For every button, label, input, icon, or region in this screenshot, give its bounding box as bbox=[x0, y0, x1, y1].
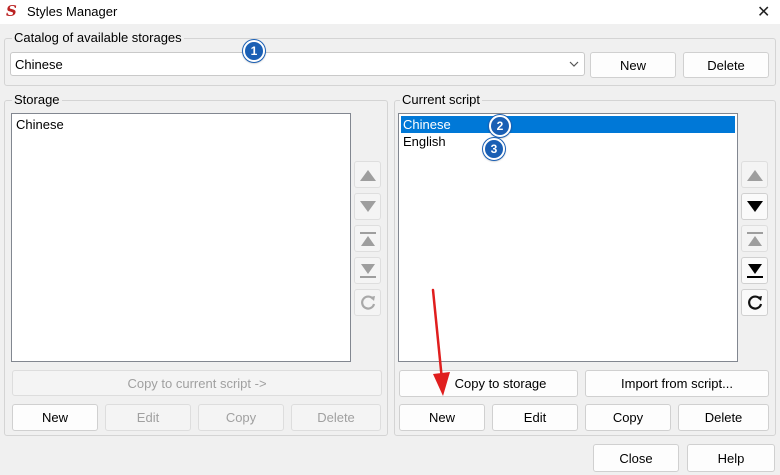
storage-list[interactable]: Chinese bbox=[11, 113, 351, 362]
storage-move-down-button[interactable] bbox=[354, 193, 381, 220]
move-to-top-icon bbox=[746, 231, 763, 246]
refresh-icon bbox=[747, 294, 762, 310]
current-script-group-label: Current script bbox=[400, 92, 483, 107]
storage-move-up-button[interactable] bbox=[354, 161, 381, 188]
triangle-up-icon bbox=[746, 169, 763, 181]
catalog-selected-value: Chinese bbox=[15, 57, 63, 72]
script-new-button[interactable]: New bbox=[399, 404, 485, 431]
move-to-bottom-icon bbox=[746, 263, 763, 278]
script-edit-button[interactable]: Edit bbox=[492, 404, 578, 431]
annotation-badge-2: 2 bbox=[489, 115, 511, 137]
window-title: Styles Manager bbox=[27, 4, 118, 19]
close-window-icon[interactable]: ✕ bbox=[757, 2, 770, 22]
current-script-item-english[interactable]: English bbox=[401, 133, 446, 150]
annotation-arrow-icon bbox=[431, 288, 450, 396]
current-script-item-chinese[interactable]: Chinese bbox=[401, 116, 735, 133]
import-from-script-button[interactable]: Import from script... bbox=[585, 370, 769, 397]
script-move-up-button[interactable] bbox=[741, 161, 768, 188]
catalog-new-button[interactable]: New bbox=[590, 52, 676, 78]
styles-manager-app-icon: S bbox=[6, 2, 17, 20]
script-move-down-button[interactable] bbox=[741, 193, 768, 220]
storage-refresh-button[interactable] bbox=[354, 289, 381, 316]
storage-move-bottom-button[interactable] bbox=[354, 257, 381, 284]
storage-move-top-button[interactable] bbox=[354, 225, 381, 252]
triangle-down-icon bbox=[746, 200, 763, 212]
close-button[interactable]: Close bbox=[593, 444, 679, 472]
catalog-delete-button[interactable]: Delete bbox=[683, 52, 769, 78]
catalog-group-label: Catalog of available storages bbox=[12, 30, 184, 45]
storage-delete-button[interactable]: Delete bbox=[291, 404, 381, 431]
catalog-select[interactable]: Chinese bbox=[10, 52, 585, 76]
triangle-up-icon bbox=[359, 169, 376, 181]
annotation-badge-1: 1 bbox=[243, 40, 265, 62]
help-button[interactable]: Help bbox=[687, 444, 775, 472]
move-to-bottom-icon bbox=[359, 263, 376, 278]
storage-group-label: Storage bbox=[12, 92, 62, 107]
annotation-badge-3: 3 bbox=[483, 138, 505, 160]
storage-edit-button[interactable]: Edit bbox=[105, 404, 191, 431]
script-refresh-button[interactable] bbox=[741, 289, 768, 316]
triangle-down-icon bbox=[359, 200, 376, 212]
move-to-top-icon bbox=[359, 231, 376, 246]
script-copy-button[interactable]: Copy bbox=[585, 404, 671, 431]
chevron-down-icon bbox=[569, 61, 579, 67]
storage-list-item[interactable]: Chinese bbox=[14, 116, 64, 133]
refresh-icon bbox=[360, 294, 375, 310]
storage-new-button[interactable]: New bbox=[12, 404, 98, 431]
script-move-bottom-button[interactable] bbox=[741, 257, 768, 284]
script-delete-button[interactable]: Delete bbox=[678, 404, 769, 431]
script-move-top-button[interactable] bbox=[741, 225, 768, 252]
storage-copy-button[interactable]: Copy bbox=[198, 404, 284, 431]
copy-to-current-script-button[interactable]: Copy to current script -> bbox=[12, 370, 382, 396]
